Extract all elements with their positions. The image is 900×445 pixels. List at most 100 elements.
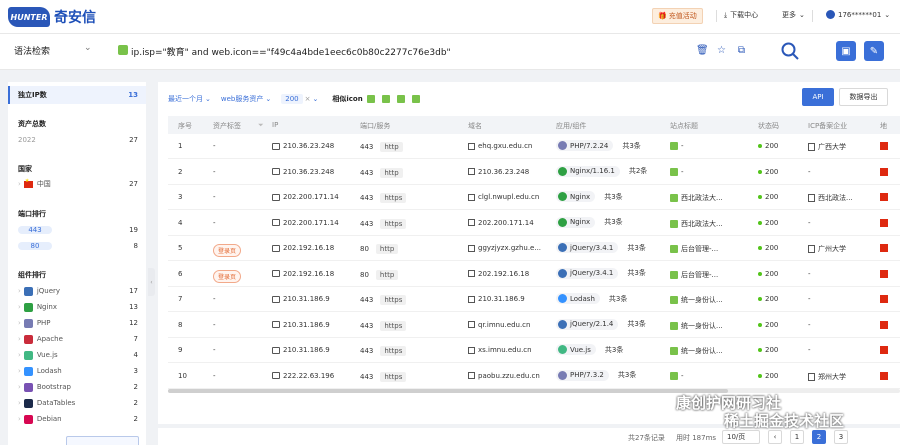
table-row[interactable]: 3 - 202.200.171.14 443 https clgl.nwupl.edu.c… — [168, 185, 900, 210]
search-icon[interactable] — [780, 41, 800, 61]
component-item[interactable]: › DataTables 2 — [18, 397, 138, 409]
component-item[interactable]: › jQuery 17 — [18, 285, 138, 297]
ip-cell[interactable]: 222.22.63.196 — [272, 372, 334, 380]
unique-ip-row[interactable]: 独立IP数 13 — [18, 89, 138, 101]
domain-cell[interactable]: 202.200.171.14 — [468, 219, 534, 227]
component-item[interactable]: › PHP 12 — [18, 317, 138, 329]
prev-page-button[interactable]: ‹ — [768, 430, 782, 444]
domain-cell[interactable]: clgl.nwupl.edu.cn — [468, 193, 539, 201]
domain-cell[interactable]: paobu.zzu.edu.cn — [468, 372, 540, 380]
brand-logo[interactable]: HUNTER 奇安信 — [8, 6, 96, 28]
app-total[interactable]: 共3条 — [627, 243, 645, 253]
save-query-button[interactable]: ▣ — [836, 41, 856, 61]
component-item[interactable]: › Vue.js 4 — [18, 349, 138, 361]
app-total[interactable]: 共3条 — [609, 294, 627, 304]
port-item[interactable]: 80 8 — [18, 240, 138, 252]
app-total[interactable]: 共3条 — [622, 141, 640, 151]
export-button[interactable]: 数据导出 — [839, 88, 888, 106]
ip-cell[interactable]: 210.31.186.9 — [272, 346, 330, 354]
app-total[interactable]: 共3条 — [627, 319, 645, 329]
domain-cell[interactable]: 210.36.23.248 — [468, 168, 529, 176]
similar-icon-thumbnail-icon[interactable] — [381, 95, 390, 103]
table-row[interactable]: 5 登录页 202.192.16.18 80 http ggyzjyzx.gzhu.e..… — [168, 236, 900, 261]
login-page-tag[interactable]: 登录页 — [213, 244, 242, 257]
similar-icon-thumbnail-icon[interactable] — [366, 95, 375, 103]
port-item[interactable]: 443 19 — [18, 224, 138, 236]
table-row[interactable]: 7 - 210.31.186.9 443 https 210.31.186.9 Lodash… — [168, 287, 900, 312]
app-cell[interactable]: Lodash 共3条 — [556, 293, 627, 304]
user-menu[interactable]: 176******01 ⌄ — [826, 10, 890, 19]
asset-type-filter[interactable]: web服务资产 ⌄ — [221, 94, 271, 104]
table-row[interactable]: 6 登录页 202.192.16.18 80 http 202.192.16.18 jQue… — [168, 262, 900, 287]
search-input[interactable]: ip.isp="教育" and web.icon=="f49c4a4bde1ee… — [131, 45, 451, 58]
ip-cell[interactable]: 210.36.23.248 — [272, 142, 334, 150]
app-pill[interactable]: jQuery/3.4.1 — [556, 267, 619, 279]
horizontal-scrollbar[interactable] — [168, 389, 900, 393]
filter-icon[interactable]: ⏷ — [258, 121, 264, 130]
domain-cell[interactable]: 202.192.16.18 — [468, 270, 529, 278]
table-row[interactable]: 4 - 202.200.171.14 443 https 202.200.171.14 Ng… — [168, 211, 900, 236]
ip-cell[interactable]: 202.200.171.14 — [272, 219, 339, 227]
app-pill[interactable]: Vue.js — [556, 344, 596, 355]
component-item[interactable]: › Lodash 3 — [18, 365, 138, 377]
component-item[interactable]: › Nginx 13 — [18, 301, 138, 313]
close-icon[interactable]: × — [305, 95, 311, 103]
ip-cell[interactable]: 202.192.16.18 — [272, 270, 334, 278]
country-item[interactable]: › 中国 27 — [18, 178, 138, 190]
app-cell[interactable]: Vue.js 共3条 — [556, 344, 623, 355]
app-pill[interactable]: Nginx — [556, 191, 596, 202]
search-mode-select[interactable]: 语法检索 — [14, 44, 50, 57]
ip-cell[interactable]: 210.36.23.248 — [272, 168, 334, 176]
app-total[interactable]: 共3条 — [627, 268, 645, 278]
app-total[interactable]: 共3条 — [604, 192, 622, 202]
api-button[interactable]: API — [802, 88, 834, 106]
table-row[interactable]: 8 - 210.31.186.9 443 https qr.imnu.edu.cn jQue… — [168, 313, 900, 338]
app-cell[interactable]: Nginx 共3条 — [556, 216, 623, 228]
page-size-select[interactable]: 10/页 — [722, 430, 760, 444]
login-page-tag[interactable]: 登录页 — [213, 269, 242, 283]
app-cell[interactable]: jQuery/3.4.1 共3条 — [556, 242, 646, 253]
asset-total-row[interactable]: 2022 27 — [18, 134, 138, 146]
app-pill[interactable]: PHP/7.3.2 — [556, 369, 609, 381]
ip-cell[interactable]: 210.31.186.9 — [272, 295, 330, 303]
app-cell[interactable]: Nginx 共3条 — [556, 191, 623, 202]
app-total[interactable]: 共2条 — [629, 166, 647, 176]
star-icon[interactable]: ☆ — [716, 45, 727, 57]
more-menu[interactable]: 更多 ⌄ — [782, 10, 805, 20]
domain-cell[interactable]: qr.imnu.edu.cn — [468, 321, 530, 329]
scrollbar-thumb[interactable] — [168, 389, 728, 393]
domain-cell[interactable]: ggyzjyzx.gzhu.e... — [468, 244, 541, 252]
app-cell[interactable]: jQuery/2.1.4 共3条 — [556, 318, 646, 330]
app-total[interactable]: 共3条 — [605, 345, 623, 355]
component-item[interactable]: › Debian 2 — [18, 413, 138, 425]
component-item[interactable]: › Apache 7 — [18, 333, 138, 345]
promo-button[interactable]: 🎁 充值活动 — [652, 8, 703, 24]
ip-cell[interactable]: 210.31.186.9 — [272, 321, 330, 329]
status-filter[interactable]: 200 × ⌄ — [281, 94, 318, 104]
table-row[interactable]: 1 - 210.36.23.248 443 http ehq.gxu.edu.cn PHP/… — [168, 134, 900, 159]
page-button[interactable]: 3 — [834, 430, 848, 444]
app-pill[interactable]: jQuery/3.4.1 — [556, 242, 619, 253]
chevron-down-icon[interactable]: ⌄ — [84, 43, 92, 53]
trash-icon[interactable]: 🗑 — [696, 45, 709, 57]
app-pill[interactable]: Nginx/1.16.1 — [556, 165, 620, 177]
component-item[interactable]: › Bootstrap 2 — [18, 381, 138, 393]
app-cell[interactable]: Nginx/1.16.1 共2条 — [556, 165, 647, 177]
page-button-current[interactable]: 2 — [812, 430, 826, 444]
domain-cell[interactable]: 210.31.186.9 — [468, 295, 525, 303]
similar-icon-thumbnail-icon[interactable] — [411, 95, 420, 103]
sidebar-more-button[interactable] — [66, 436, 139, 445]
app-total[interactable]: 共3条 — [618, 370, 636, 380]
edit-query-button[interactable]: ✎ — [864, 41, 884, 61]
table-row[interactable]: 9 - 210.31.186.9 443 https xs.imnu.edu.cn Vue.… — [168, 338, 900, 363]
download-center-link[interactable]: ⤓ 下载中心 — [724, 10, 758, 20]
app-pill[interactable]: PHP/7.2.24 — [556, 140, 614, 151]
app-total[interactable]: 共3条 — [604, 217, 622, 227]
page-button[interactable]: 1 — [790, 430, 804, 444]
domain-cell[interactable]: xs.imnu.edu.cn — [468, 346, 532, 354]
time-filter[interactable]: 最近一个月 ⌄ — [168, 94, 211, 104]
app-pill[interactable]: Nginx — [556, 216, 596, 228]
app-pill[interactable]: Lodash — [556, 293, 600, 304]
similar-icon-thumbnail-icon[interactable] — [396, 95, 405, 103]
table-row[interactable]: 2 - 210.36.23.248 443 http 210.36.23.248 Nginx… — [168, 160, 900, 185]
